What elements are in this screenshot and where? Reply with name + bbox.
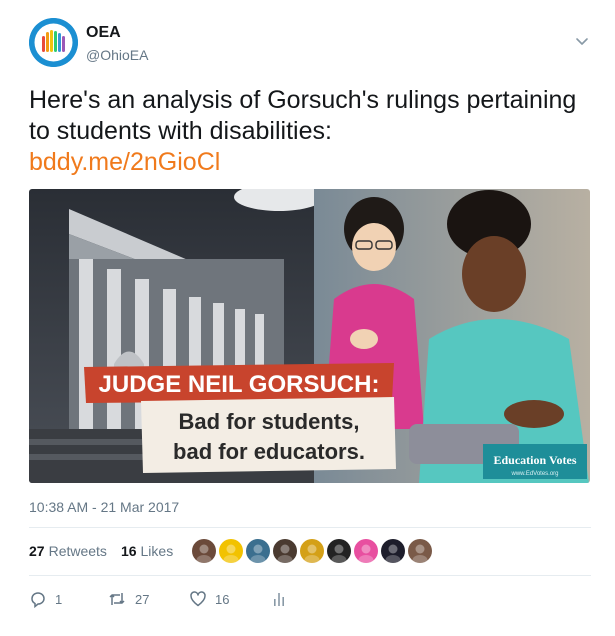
media-logo: Education Votes — [493, 453, 576, 467]
media-line2: bad for educators. — [173, 439, 365, 464]
retweet-count: 27 — [135, 591, 150, 607]
tweet-body: Here's an analysis of Gorsuch's rulings … — [29, 86, 577, 145]
likes-count: 16 — [120, 543, 137, 559]
media-line1: Bad for students, — [179, 409, 360, 434]
liker-avatar[interactable] — [273, 539, 297, 563]
author-handle[interactable]: @OhioEA — [86, 47, 148, 63]
liker-avatar[interactable] — [192, 539, 216, 563]
heart-icon — [190, 591, 206, 607]
divider — [29, 575, 591, 576]
media-logo-url: www.EdVotes.org — [510, 471, 558, 477]
like-button[interactable]: 16 — [189, 590, 270, 608]
liker-avatar[interactable] — [381, 539, 405, 563]
likes-label: Likes — [140, 543, 174, 559]
tweet-text: Here's an analysis of Gorsuch's rulings … — [29, 85, 589, 178]
liker-avatar[interactable] — [300, 539, 324, 563]
media-headline: JUDGE NEIL GORSUCH: — [99, 371, 380, 398]
retweets-stat[interactable]: 27 Retweets — [29, 543, 107, 559]
reply-button[interactable]: 1 — [29, 590, 107, 608]
reply-icon — [31, 592, 45, 608]
divider — [29, 527, 591, 528]
tweet-header: OEA @OhioEA — [29, 18, 591, 70]
engagement-stats: 27 Retweets 16 Likes — [29, 540, 187, 562]
retweets-count: 27 — [29, 543, 45, 559]
retweets-label: Retweets — [48, 543, 107, 559]
tweet-media-image[interactable]: JUDGE NEIL GORSUCH: Bad for students, ba… — [29, 189, 590, 483]
like-count: 16 — [215, 591, 230, 607]
analytics-button[interactable] — [270, 590, 296, 608]
liker-avatar[interactable] — [408, 539, 432, 563]
tweet-timestamp[interactable]: 10:38 AM - 21 Mar 2017 — [29, 499, 179, 515]
liker-avatar[interactable] — [354, 539, 378, 563]
retweet-button[interactable]: 27 — [107, 590, 189, 608]
reply-count: 1 — [55, 591, 63, 607]
liker-avatar[interactable] — [246, 539, 270, 563]
retweet-icon — [109, 593, 125, 605]
tweet-link[interactable]: bddy.me/2nGioCl — [29, 148, 220, 176]
author-name[interactable]: OEA — [86, 24, 121, 42]
likers-avatars — [192, 539, 435, 563]
analytics-icon — [274, 593, 284, 606]
liker-avatar[interactable] — [327, 539, 351, 563]
tweet-actions: 1 27 16 — [29, 588, 296, 610]
liker-avatar[interactable] — [219, 539, 243, 563]
avatar[interactable] — [29, 18, 78, 67]
likes-stat[interactable]: 16 Likes — [121, 543, 173, 559]
chevron-down-icon[interactable] — [573, 32, 591, 50]
